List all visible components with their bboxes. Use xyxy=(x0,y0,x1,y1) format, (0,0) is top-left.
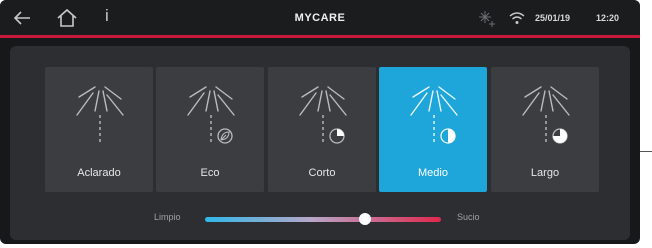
device-screen: i MYCARE 25/01/19 12:20 Aclarado Eco Corto… xyxy=(0,0,640,244)
date-text: 25/01/19 xyxy=(535,13,571,23)
program-label: Aclarado xyxy=(77,167,121,179)
status-bar: i MYCARE 25/01/19 12:20 xyxy=(0,0,640,38)
annotation-line xyxy=(640,151,652,152)
wifi-icon xyxy=(509,11,525,30)
header-accent-line xyxy=(0,35,640,38)
soil-level-slider[interactable] xyxy=(205,217,441,222)
spray-icon xyxy=(299,86,347,145)
program-label: Corto xyxy=(308,167,336,179)
spray-icon xyxy=(76,86,124,145)
sparkle-icon xyxy=(477,9,497,34)
program-label: Eco xyxy=(200,167,220,179)
spray-icon xyxy=(410,86,458,145)
slider-min-label: Limpio xyxy=(154,212,181,222)
slider-max-label: Sucio xyxy=(457,212,480,222)
time-text: 12:20 xyxy=(596,13,620,23)
spray-icon xyxy=(522,86,570,145)
program-label: Medio xyxy=(418,167,448,179)
program-card-medio[interactable]: Medio xyxy=(379,67,487,192)
program-label: Largo xyxy=(530,167,560,179)
program-card-largo[interactable]: Largo xyxy=(491,67,599,192)
program-card-aclarado[interactable]: Aclarado xyxy=(45,67,153,192)
program-card-eco[interactable]: Eco xyxy=(156,67,264,192)
spray-icon xyxy=(187,86,235,145)
program-card-corto[interactable]: Corto xyxy=(268,67,376,192)
